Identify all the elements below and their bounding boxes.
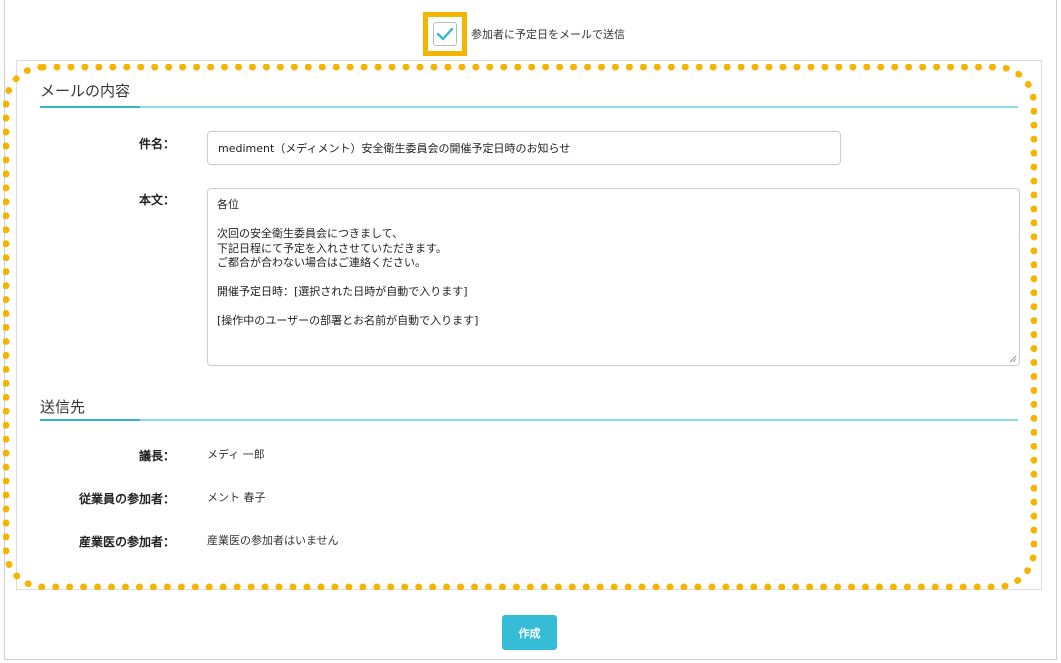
body-line: 開催予定日時：[選択された日時が自動で入ります] bbox=[217, 285, 468, 298]
checkbox-highlight bbox=[423, 12, 467, 56]
body-line: 次回の安全衛生委員会につきまして、 bbox=[217, 227, 404, 240]
chair-value: メディ 一郎 bbox=[207, 448, 265, 461]
body-line: 下記日程にて予定を入れさせていただきます。 bbox=[217, 241, 447, 255]
doctor-participants-value: 産業医の参加者はいません bbox=[207, 534, 339, 547]
resize-grip-icon[interactable] bbox=[1009, 355, 1017, 363]
body-line bbox=[217, 300, 1010, 315]
subject-input[interactable]: mediment（メディメント）安全衛生委員会の開催予定日時のお知らせ bbox=[207, 131, 841, 165]
chair-label: 議長： bbox=[138, 449, 175, 463]
notify-checkbox-label[interactable]: 参加者に予定日をメールで送信 bbox=[471, 26, 625, 42]
body-line: 各位 bbox=[217, 198, 239, 211]
body-line bbox=[217, 271, 1010, 286]
body-line: ご都合が合わない場合はご連絡ください。 bbox=[217, 256, 426, 269]
subject-label: 件名： bbox=[138, 137, 175, 151]
recipients-section-divider bbox=[40, 419, 1018, 421]
mail-section-title: メールの内容 bbox=[40, 82, 131, 100]
employee-participants-label: 従業員の参加者： bbox=[78, 492, 175, 506]
mail-section-divider bbox=[40, 106, 1018, 108]
doctor-participants-label: 産業医の参加者： bbox=[78, 535, 175, 549]
subject-value: mediment（メディメント）安全衛生委員会の開催予定日時のお知らせ bbox=[218, 142, 571, 155]
create-button[interactable]: 作成 bbox=[502, 615, 557, 650]
recipients-section-title: 送信先 bbox=[40, 398, 86, 416]
body-line: [操作中のユーザーの部署とお名前が自動で入ります] bbox=[217, 314, 479, 327]
checkmark-icon bbox=[436, 27, 454, 41]
body-line bbox=[217, 213, 1010, 228]
notify-checkbox-row: 参加者に予定日をメールで送信 bbox=[423, 9, 625, 59]
employee-participants-value: メント 春子 bbox=[207, 491, 266, 504]
body-label: 本文： bbox=[138, 193, 175, 207]
body-textarea[interactable]: 各位 次回の安全衛生委員会につきまして、 下記日程にて予定を入れさせていただきま… bbox=[207, 188, 1020, 366]
notify-checkbox[interactable] bbox=[433, 22, 457, 46]
